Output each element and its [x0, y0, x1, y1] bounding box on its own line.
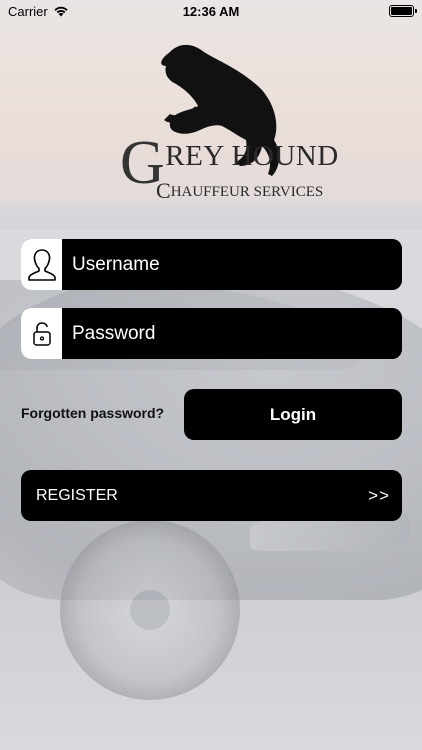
username-field[interactable] — [21, 239, 402, 290]
carrier-label: Carrier — [8, 3, 48, 19]
username-icon-box — [21, 239, 62, 290]
forgot-password-link[interactable]: Forgotten password? — [21, 405, 164, 421]
logo-big-c: C — [156, 178, 171, 203]
logo-subtitle: CHAUFFEUR SERVICES — [156, 178, 323, 204]
register-button[interactable]: REGISTER >> — [21, 470, 402, 521]
lock-icon — [32, 321, 51, 346]
register-label: REGISTER — [36, 486, 118, 504]
greyhound-logo: GREY HOUND CHAUFFEUR SERVICES — [112, 40, 338, 210]
logo-subtitle-rest: HAUFFEUR SERVICES — [170, 184, 324, 200]
login-button[interactable]: Login — [184, 389, 402, 440]
wifi-icon — [54, 6, 68, 17]
password-field[interactable] — [21, 308, 402, 359]
register-arrow-icon: >> — [368, 485, 390, 505]
password-input[interactable] — [62, 308, 402, 359]
username-input[interactable] — [62, 239, 402, 290]
user-icon — [27, 248, 56, 281]
status-bar: Carrier 12:36 AM — [0, 0, 422, 22]
password-icon-box — [21, 308, 62, 359]
status-left: Carrier — [8, 4, 69, 19]
battery-icon — [389, 5, 417, 17]
logo-title-rest: REY HOUND — [165, 140, 339, 172]
